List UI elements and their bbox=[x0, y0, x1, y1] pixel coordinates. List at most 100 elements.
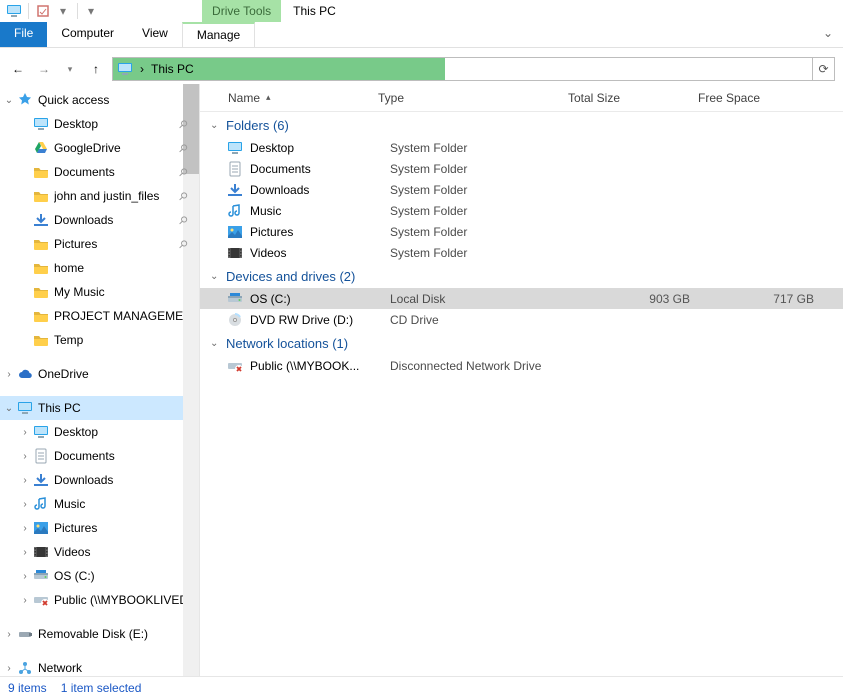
chevron-right-icon[interactable]: › bbox=[18, 595, 32, 606]
tree-item[interactable]: home bbox=[0, 256, 199, 280]
tree-item[interactable]: john and justin_files ⚲ bbox=[0, 184, 199, 208]
nav-up-button[interactable]: ↑ bbox=[86, 59, 106, 79]
ribbon-expand-icon[interactable]: ⌄ bbox=[813, 22, 843, 47]
list-item[interactable]: Documents System Folder bbox=[200, 158, 843, 179]
dvd-icon bbox=[226, 312, 244, 328]
tree-item[interactable]: › OS (C:) bbox=[0, 564, 199, 588]
item-name: OS (C:) bbox=[250, 292, 390, 306]
folder-icon bbox=[32, 308, 50, 324]
tree-quick-access[interactable]: ⌄ Quick access bbox=[0, 88, 199, 112]
nav-back-button[interactable]: ← bbox=[8, 59, 28, 79]
tree-this-pc[interactable]: ⌄ This PC bbox=[0, 396, 199, 420]
tree-removable[interactable]: › Removable Disk (E:) bbox=[0, 622, 199, 646]
chevron-down-icon[interactable]: ⌄ bbox=[210, 120, 224, 131]
list-item[interactable]: OS (C:) Local Disk 903 GB 717 GB bbox=[200, 288, 843, 309]
tree-item-label: Pictures bbox=[54, 237, 179, 251]
qat-properties-icon[interactable] bbox=[35, 3, 51, 19]
chevron-right-icon[interactable]: › bbox=[18, 475, 32, 486]
folder-icon bbox=[32, 236, 50, 252]
drive-tools-tab[interactable]: Drive Tools bbox=[202, 0, 281, 22]
nav-forward-button[interactable]: → bbox=[34, 59, 54, 79]
tree-item-label: home bbox=[54, 261, 195, 275]
chevron-right-icon[interactable]: › bbox=[2, 629, 16, 640]
list-item[interactable]: Music System Folder bbox=[200, 200, 843, 221]
tree-item[interactable]: › Documents bbox=[0, 444, 199, 468]
chevron-right-icon[interactable]: › bbox=[18, 571, 32, 582]
col-free-space[interactable]: Free Space bbox=[690, 91, 810, 105]
chevron-down-icon[interactable]: ⌄ bbox=[2, 95, 16, 106]
star-icon bbox=[16, 92, 34, 108]
downloads-icon bbox=[32, 472, 50, 488]
tree-network[interactable]: › Network bbox=[0, 656, 199, 676]
chevron-down-icon[interactable]: ⌄ bbox=[210, 338, 224, 349]
list-item[interactable]: DVD RW Drive (D:) CD Drive bbox=[200, 309, 843, 330]
tree-item[interactable]: PROJECT MANAGEMENT and bbox=[0, 304, 199, 328]
chevron-right-icon[interactable]: › bbox=[18, 523, 32, 534]
chevron-right-icon[interactable]: › bbox=[2, 663, 16, 674]
sort-asc-icon: ▴ bbox=[266, 92, 271, 102]
address-bar[interactable]: › This PC ⟳ bbox=[112, 57, 835, 81]
netdrive-x-icon bbox=[32, 592, 50, 608]
list-item[interactable]: Pictures System Folder bbox=[200, 221, 843, 242]
tree-item[interactable]: › Desktop bbox=[0, 420, 199, 444]
title-bar: ▾ ▾ Drive Tools This PC bbox=[0, 0, 843, 22]
refresh-button[interactable]: ⟳ bbox=[812, 58, 834, 80]
item-size: 903 GB bbox=[580, 292, 710, 306]
group-folders[interactable]: ⌄ Folders (6) bbox=[200, 112, 843, 137]
qat-dropdown-icon[interactable]: ▾ bbox=[55, 3, 71, 19]
sidebar-scrollbar-thumb[interactable] bbox=[183, 84, 199, 174]
tree-item[interactable]: › Music bbox=[0, 492, 199, 516]
chevron-right-icon[interactable]: › bbox=[18, 451, 32, 462]
tab-computer[interactable]: Computer bbox=[47, 22, 128, 47]
tab-file[interactable]: File bbox=[0, 22, 47, 47]
qat-customize-icon[interactable]: ▾ bbox=[84, 4, 98, 18]
col-total-size[interactable]: Total Size bbox=[560, 91, 690, 105]
list-item[interactable]: Downloads System Folder bbox=[200, 179, 843, 200]
tree-item[interactable]: Temp bbox=[0, 328, 199, 352]
list-item[interactable]: Public (\\MYBOOK... Disconnected Network… bbox=[200, 355, 843, 376]
group-network[interactable]: ⌄ Network locations (1) bbox=[200, 330, 843, 355]
list-item[interactable]: Videos System Folder bbox=[200, 242, 843, 263]
item-name: Public (\\MYBOOK... bbox=[250, 359, 390, 373]
tree-item[interactable]: Documents ⚲ bbox=[0, 160, 199, 184]
music-icon bbox=[32, 496, 50, 512]
folder-icon bbox=[32, 260, 50, 276]
nav-recent-dropdown[interactable]: ▾ bbox=[60, 59, 80, 79]
chevron-right-icon[interactable]: › bbox=[18, 547, 32, 558]
tree-item[interactable]: Pictures ⚲ bbox=[0, 232, 199, 256]
tree-item[interactable]: › Videos bbox=[0, 540, 199, 564]
tree-item[interactable]: › Downloads bbox=[0, 468, 199, 492]
item-type: Local Disk bbox=[390, 292, 580, 306]
item-type: Disconnected Network Drive bbox=[390, 359, 580, 373]
tree-item[interactable]: Downloads ⚲ bbox=[0, 208, 199, 232]
chevron-right-icon[interactable]: › bbox=[2, 369, 16, 380]
tree-item-label: PROJECT MANAGEMENT and bbox=[54, 309, 195, 323]
breadcrumb-sep-icon[interactable]: › bbox=[137, 62, 147, 76]
tree-item-label: GoogleDrive bbox=[54, 141, 179, 155]
item-name: Music bbox=[250, 204, 390, 218]
address-location[interactable]: This PC bbox=[151, 62, 194, 76]
desktop-icon bbox=[226, 140, 244, 156]
col-name[interactable]: Name▴ bbox=[220, 91, 370, 105]
videos-icon bbox=[226, 245, 244, 261]
tree-item-label: Temp bbox=[54, 333, 195, 347]
group-drives[interactable]: ⌄ Devices and drives (2) bbox=[200, 263, 843, 288]
chevron-right-icon[interactable]: › bbox=[18, 499, 32, 510]
tree-onedrive[interactable]: › OneDrive bbox=[0, 362, 199, 386]
chevron-down-icon[interactable]: ⌄ bbox=[2, 403, 16, 414]
col-type[interactable]: Type bbox=[370, 91, 560, 105]
music-icon bbox=[226, 203, 244, 219]
network-icon bbox=[16, 660, 34, 676]
tree-item[interactable]: Desktop ⚲ bbox=[0, 112, 199, 136]
tab-manage[interactable]: Manage bbox=[182, 22, 255, 47]
pictures-icon bbox=[226, 224, 244, 240]
chevron-right-icon[interactable]: › bbox=[18, 427, 32, 438]
tree-item[interactable]: My Music bbox=[0, 280, 199, 304]
tree-item[interactable]: › Pictures bbox=[0, 516, 199, 540]
list-item[interactable]: Desktop System Folder bbox=[200, 137, 843, 158]
chevron-down-icon[interactable]: ⌄ bbox=[210, 271, 224, 282]
tab-view[interactable]: View bbox=[128, 22, 182, 47]
tree-item[interactable]: GoogleDrive ⚲ bbox=[0, 136, 199, 160]
folder-icon bbox=[32, 284, 50, 300]
tree-item[interactable]: › Public (\\MYBOOKLIVEDUO bbox=[0, 588, 199, 612]
